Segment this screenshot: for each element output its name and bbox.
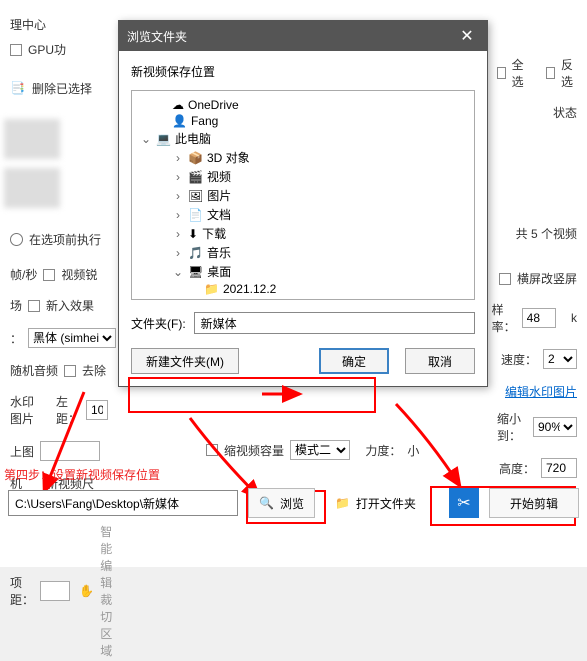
folder-field-label: 文件夹(F): xyxy=(131,315,186,332)
edit-watermark-label[interactable]: 编辑水印图片 xyxy=(505,383,577,400)
dialog-titlebar: 浏览文件夹 ✕ xyxy=(119,21,487,51)
dialog-subtitle: 新视频保存位置 xyxy=(131,63,475,80)
fps-label: 帧/秒 xyxy=(10,266,37,283)
browse-button[interactable]: 🔍 浏览 xyxy=(248,488,315,518)
top-img-input[interactable] xyxy=(40,441,100,461)
compress-checkbox[interactable] xyxy=(206,444,218,456)
smart-crop-label: 智能编辑裁切区域 xyxy=(100,523,112,659)
save-path-input[interactable] xyxy=(8,490,238,516)
new-folder-button[interactable]: 新建文件夹(M) xyxy=(131,348,239,374)
mgmt-center-label: 理中心 xyxy=(10,16,46,33)
run-before-radio[interactable] xyxy=(10,233,23,246)
random-audio-label: 随机音频 xyxy=(10,362,58,379)
new-effect-checkbox[interactable] xyxy=(28,300,40,312)
gpu-checkbox[interactable] xyxy=(10,44,22,56)
status-label: 状态 xyxy=(553,104,577,121)
thumbnail-blur xyxy=(4,119,60,159)
folder-tree[interactable]: ☁OneDrive👤Fang⌄💻此电脑›📦3D 对象›🎬视频›🖼图片›📄文档›⬇… xyxy=(131,90,475,300)
tree-item[interactable]: ›📄文档 xyxy=(136,205,470,224)
shrink-to-label: 缩小到： xyxy=(497,410,527,444)
tree-item[interactable]: ⌄🖥桌面 xyxy=(136,262,470,281)
speed-select[interactable]: 2 xyxy=(543,349,577,369)
strength-label: 力度： xyxy=(365,442,401,459)
tree-item[interactable]: ›🎬视频 xyxy=(136,167,470,186)
scissors-icon[interactable]: ✂ xyxy=(449,488,479,518)
item-dist-input[interactable] xyxy=(40,581,70,601)
tree-item[interactable]: ⌄💻此电脑 xyxy=(136,129,470,148)
step4-caption: 第四步：设置新视频保存位置 xyxy=(4,466,160,483)
item-dist-label: 项距： xyxy=(10,574,34,608)
invert-checkbox[interactable] xyxy=(546,67,555,79)
gpu-label: GPU功 xyxy=(28,41,66,58)
height-label: 高度： xyxy=(499,460,535,477)
tree-item[interactable]: ☁OneDrive xyxy=(136,97,470,113)
tree-item[interactable]: 👤Fang xyxy=(136,113,470,129)
compress-label: 缩视频容量 xyxy=(224,442,284,459)
font-prefix: ： xyxy=(10,330,22,347)
close-icon[interactable]: ✕ xyxy=(455,24,479,48)
start-cut-label: 开始剪辑 xyxy=(510,495,558,512)
browse-folder-dialog: 浏览文件夹 ✕ 新视频保存位置 ☁OneDrive👤Fang⌄💻此电脑›📦3D … xyxy=(118,20,488,387)
left-dist-label: 左距： xyxy=(56,393,80,427)
sample-rate-unit: k xyxy=(571,311,577,325)
open-folder-label: 打开文件夹 xyxy=(356,495,416,512)
select-all-checkbox[interactable] xyxy=(497,67,506,79)
landscape-checkbox[interactable] xyxy=(499,273,511,285)
new-effect-label: 新入效果 xyxy=(46,297,94,314)
speed-label: 速度： xyxy=(501,351,537,368)
count-text: 共 5 个视频 xyxy=(516,225,577,242)
font-select[interactable]: 黑体 (simhei) xyxy=(28,328,116,348)
height-input[interactable] xyxy=(541,458,577,478)
cancel-button[interactable]: 取消 xyxy=(405,348,475,374)
tree-item[interactable]: 📁2021.12.2 xyxy=(136,281,470,297)
remove-label: 去除 xyxy=(82,362,106,379)
ok-button[interactable]: 确定 xyxy=(319,348,389,374)
delete-icon: 📑 xyxy=(10,81,26,97)
tree-item[interactable]: ›🎵音乐 xyxy=(136,243,470,262)
open-folder-button[interactable]: 📁 打开文件夹 xyxy=(325,488,426,518)
folder-search-icon: 🔍 xyxy=(259,496,274,510)
video-sharp-label: 视频锐 xyxy=(61,266,97,283)
select-all-label: 全选 xyxy=(512,56,528,90)
video-sharp-checkbox[interactable] xyxy=(43,269,55,281)
remove-checkbox[interactable] xyxy=(64,365,76,377)
run-before-label: 在选项前执行 xyxy=(29,231,101,248)
folder-open-icon: 📁 xyxy=(335,496,350,510)
thumbnail-blur-2 xyxy=(4,168,60,208)
sample-rate-label: 样率： xyxy=(492,301,516,335)
left-dist-input[interactable] xyxy=(86,400,108,420)
invert-label: 反选 xyxy=(561,56,577,90)
tree-item[interactable]: ›🖼图片 xyxy=(136,186,470,205)
folder-name-input[interactable] xyxy=(194,312,475,334)
shrink-select[interactable]: 90% xyxy=(533,417,577,437)
tree-item[interactable]: ›📦3D 对象 xyxy=(136,148,470,167)
top-img-label: 上图 xyxy=(10,443,34,460)
delete-selected-label[interactable]: 删除已选择 xyxy=(32,80,92,97)
landscape-label: 横屏改竖屏 xyxy=(517,270,577,287)
field-label: 场 xyxy=(10,297,22,314)
watermark-img-label: 水印图片 xyxy=(10,393,41,427)
strength-value: 小 xyxy=(407,442,419,459)
sample-rate-input[interactable] xyxy=(522,308,556,328)
tree-item[interactable]: ›⬇下载 xyxy=(136,224,470,243)
start-cut-button[interactable]: 开始剪辑 xyxy=(489,488,579,518)
mode-select[interactable]: 模式二 xyxy=(290,440,350,460)
browse-button-label: 浏览 xyxy=(280,495,304,512)
dialog-title: 浏览文件夹 xyxy=(127,28,187,45)
